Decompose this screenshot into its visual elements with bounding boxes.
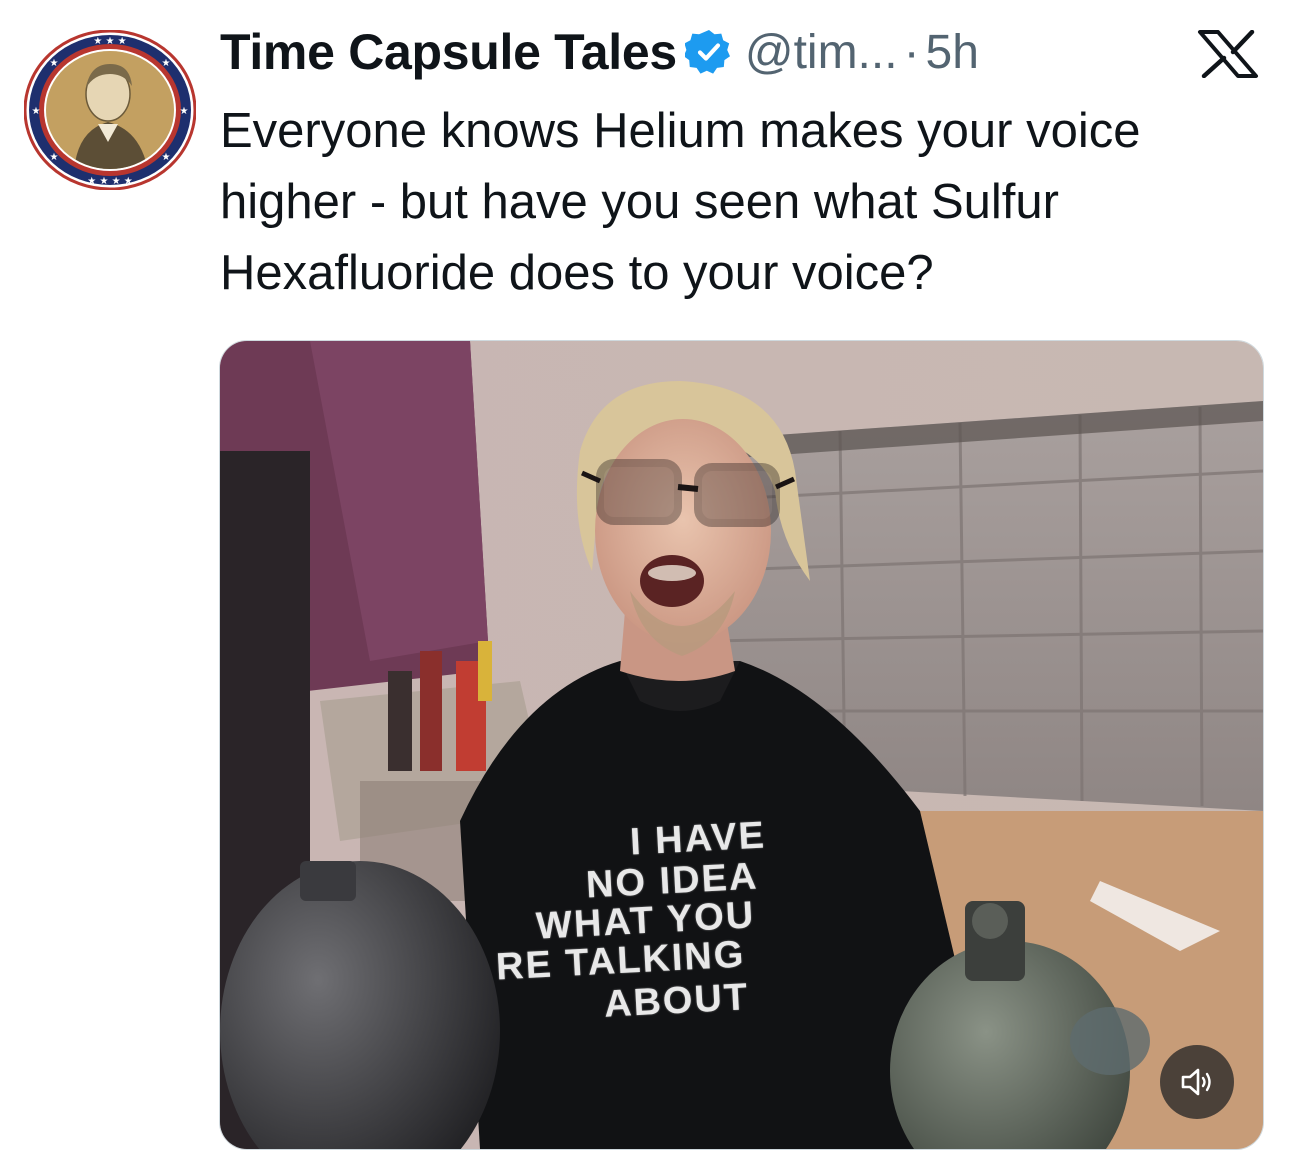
display-name[interactable]: Time Capsule Tales [220, 23, 677, 81]
video-player[interactable]: I HAVE NO IDEA WHAT YOU RE TALKING ABOUT [219, 340, 1264, 1150]
x-logo-icon [1198, 30, 1258, 78]
svg-text:★: ★ [180, 106, 189, 117]
svg-text:★: ★ [162, 152, 171, 163]
handle[interactable]: @tim... [745, 25, 898, 80]
mute-toggle-button[interactable] [1160, 1045, 1234, 1119]
svg-text:★ ★ ★ ★: ★ ★ ★ ★ [87, 176, 132, 187]
speaker-muted-icon [1181, 1068, 1211, 1096]
avatar[interactable]: ★ ★ ★ ★ ★ ★ ★ ★ ★ ★ ★ ★ ★ [24, 30, 196, 190]
svg-text:★ ★ ★: ★ ★ ★ [93, 36, 126, 47]
svg-text:★: ★ [50, 152, 59, 163]
svg-text:★: ★ [162, 58, 171, 69]
verified-badge-icon [684, 30, 730, 74]
tweet-text: Everyone knows Helium makes your voice h… [220, 104, 1141, 300]
svg-text:★: ★ [32, 106, 41, 117]
timestamp[interactable]: 5h [926, 25, 979, 80]
video-frame [220, 341, 1263, 1149]
svg-text:★: ★ [50, 58, 59, 69]
separator-dot: · [903, 25, 920, 79]
tweet-header: Time Capsule Tales @tim... · 5h [220, 18, 979, 86]
